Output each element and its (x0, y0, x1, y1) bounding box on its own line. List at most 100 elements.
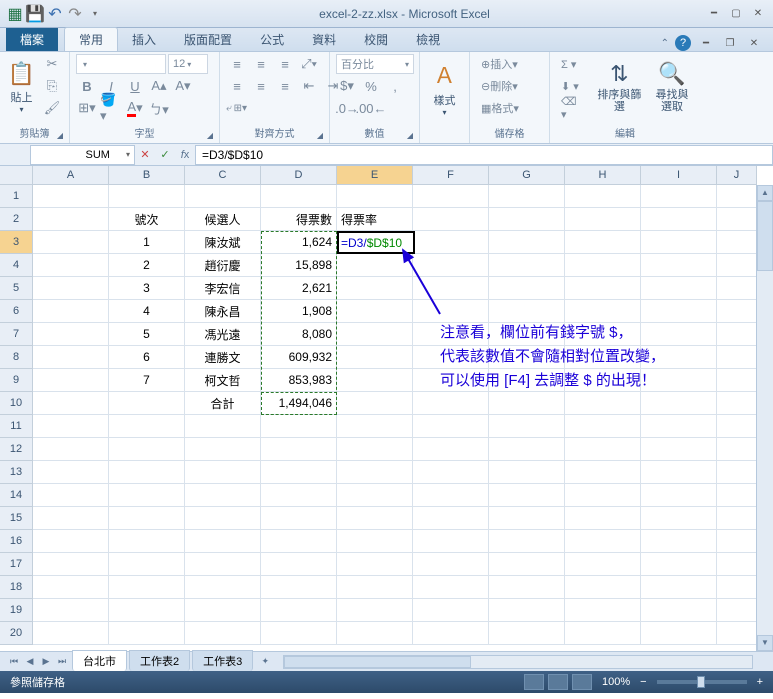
cell-F19[interactable] (413, 599, 489, 622)
cell-G6[interactable] (489, 300, 565, 323)
col-header-D[interactable]: D (261, 166, 337, 185)
cell-H6[interactable] (565, 300, 641, 323)
cell-C8[interactable]: 連勝文 (185, 346, 261, 369)
ribbon-minimize-icon[interactable]: ⌃ (661, 38, 669, 49)
delete-cells-button[interactable]: ⊖ 刪除 ▾ (476, 76, 523, 96)
cell-A8[interactable] (33, 346, 109, 369)
cell-D14[interactable] (261, 484, 337, 507)
cell-I5[interactable] (641, 277, 717, 300)
cell-I3[interactable] (641, 231, 717, 254)
cell-J20[interactable] (717, 622, 757, 645)
cell-F17[interactable] (413, 553, 489, 576)
col-header-E[interactable]: E (337, 166, 413, 185)
cell-H17[interactable] (565, 553, 641, 576)
cell-G3[interactable] (489, 231, 565, 254)
cell-E17[interactable] (337, 553, 413, 576)
cell-C14[interactable] (185, 484, 261, 507)
scroll-up-icon[interactable]: ▲ (757, 185, 773, 201)
maximize-button[interactable]: ▢ (727, 6, 745, 22)
workbook-close-button[interactable]: ✕ (745, 35, 763, 51)
align-launcher-icon[interactable]: ◢ (317, 131, 323, 140)
cell-C18[interactable] (185, 576, 261, 599)
indent-decrease-icon[interactable]: ⇤ (298, 76, 320, 96)
cell-G1[interactable] (489, 185, 565, 208)
cell-E1[interactable] (337, 185, 413, 208)
cell-B16[interactable] (109, 530, 185, 553)
cell-A12[interactable] (33, 438, 109, 461)
cell-G19[interactable] (489, 599, 565, 622)
font-launcher-icon[interactable]: ◢ (207, 131, 213, 140)
cell-I2[interactable] (641, 208, 717, 231)
select-all-corner[interactable] (0, 166, 33, 185)
cell-A5[interactable] (33, 277, 109, 300)
horizontal-scrollbar[interactable] (283, 655, 753, 669)
cancel-icon[interactable]: ✕ (135, 145, 155, 165)
cell-I15[interactable] (641, 507, 717, 530)
cell-D9[interactable]: 853,983 (261, 369, 337, 392)
cut-icon[interactable]: ✂ (41, 54, 63, 74)
row-header-14[interactable]: 14 (0, 484, 33, 507)
cell-B19[interactable] (109, 599, 185, 622)
cell-C9[interactable]: 柯文哲 (185, 369, 261, 392)
cell-F3[interactable] (413, 231, 489, 254)
fill-button[interactable]: ⬇ ▾ (556, 76, 589, 96)
col-header-A[interactable]: A (33, 166, 109, 185)
align-right-icon[interactable]: ≡ (274, 76, 296, 96)
cell-B2[interactable]: 號次 (109, 208, 185, 231)
cell-G20[interactable] (489, 622, 565, 645)
cell-G11[interactable] (489, 415, 565, 438)
font-size-select[interactable]: 12▾ (168, 54, 208, 74)
tab-file[interactable]: 檔案 (6, 28, 58, 51)
decrease-decimal-icon[interactable]: .00← (360, 98, 382, 118)
tab-home[interactable]: 常用 (64, 27, 118, 51)
zoom-thumb[interactable] (697, 676, 705, 688)
comma-icon[interactable]: , (384, 76, 406, 96)
cell-D2[interactable]: 得票數 (261, 208, 337, 231)
cell-G14[interactable] (489, 484, 565, 507)
cell-B17[interactable] (109, 553, 185, 576)
font-color-icon[interactable]: A▾ (124, 98, 146, 118)
cell-B4[interactable]: 2 (109, 254, 185, 277)
cell-A4[interactable] (33, 254, 109, 277)
cell-J19[interactable] (717, 599, 757, 622)
cell-E8[interactable] (337, 346, 413, 369)
shrink-font-icon[interactable]: A▾ (172, 76, 194, 96)
cell-J11[interactable] (717, 415, 757, 438)
close-button[interactable]: ✕ (749, 6, 767, 22)
sheet-tab-2[interactable]: 工作表2 (129, 650, 190, 671)
minimize-button[interactable]: ━ (705, 6, 723, 22)
cell-I19[interactable] (641, 599, 717, 622)
row-header-20[interactable]: 20 (0, 622, 33, 645)
cell-H4[interactable] (565, 254, 641, 277)
cell-J4[interactable] (717, 254, 757, 277)
sheet-tab-1[interactable]: 台北市 (72, 650, 127, 671)
cell-A10[interactable] (33, 392, 109, 415)
grow-font-icon[interactable]: A▴ (148, 76, 170, 96)
phonetic-icon[interactable]: ㄅ▾ (148, 98, 170, 118)
workbook-restore-button[interactable]: ❐ (721, 35, 739, 51)
cell-F12[interactable] (413, 438, 489, 461)
cell-E18[interactable] (337, 576, 413, 599)
cell-D4[interactable]: 15,898 (261, 254, 337, 277)
scroll-down-icon[interactable]: ▼ (757, 635, 773, 651)
cell-A16[interactable] (33, 530, 109, 553)
format-painter-icon[interactable]: 🖌 (41, 98, 63, 118)
row-header-1[interactable]: 1 (0, 185, 33, 208)
page-break-view-icon[interactable] (572, 674, 592, 690)
cell-G2[interactable] (489, 208, 565, 231)
clipboard-launcher-icon[interactable]: ◢ (57, 131, 63, 140)
cell-F1[interactable] (413, 185, 489, 208)
redo-icon[interactable]: ↷ (66, 5, 84, 23)
cell-A11[interactable] (33, 415, 109, 438)
cell-D7[interactable]: 8,080 (261, 323, 337, 346)
number-format-select[interactable]: 百分比▾ (336, 54, 414, 74)
cell-G16[interactable] (489, 530, 565, 553)
align-top-icon[interactable]: ≡ (226, 54, 248, 74)
cell-I1[interactable] (641, 185, 717, 208)
cell-F13[interactable] (413, 461, 489, 484)
cell-B11[interactable] (109, 415, 185, 438)
cell-E16[interactable] (337, 530, 413, 553)
zoom-level[interactable]: 100% (602, 676, 630, 688)
cell-E14[interactable] (337, 484, 413, 507)
currency-icon[interactable]: $▾ (336, 76, 358, 96)
